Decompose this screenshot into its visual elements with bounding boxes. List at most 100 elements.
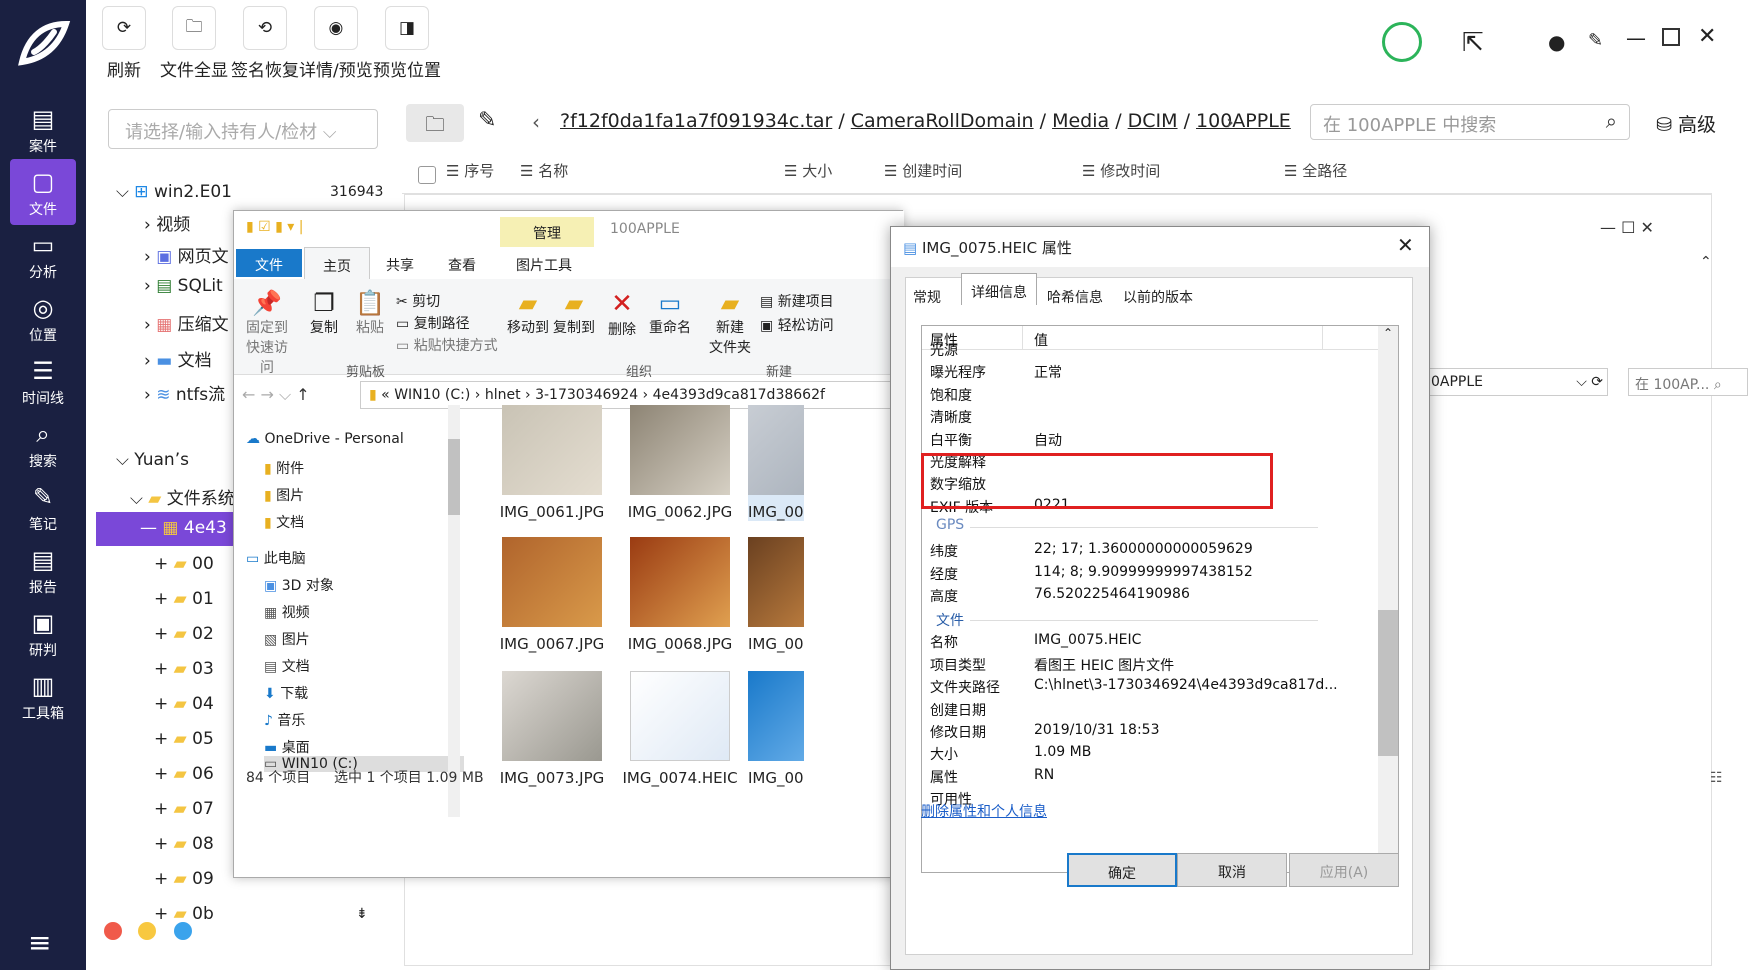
- file-thumbnail[interactable]: IMG_0074: [748, 671, 804, 787]
- tree-folder[interactable]: + ▰ 03: [154, 659, 214, 679]
- maximize-icon[interactable]: [1662, 28, 1680, 46]
- property-list[interactable]: 属性 值 光源 曝光程序 正常 饱和度 清晰度 白平衡 自动 光度解释 数字缩放 EXIF 版本 0…: [921, 325, 1399, 873]
- tree-folder[interactable]: + ▰ 01: [154, 589, 214, 609]
- ok-button[interactable]: 确定: [1067, 853, 1177, 887]
- breadcrumb-item[interactable]: CameraRollDomain: [851, 110, 1034, 132]
- advanced-search-button[interactable]: ⛁ 高级: [1656, 110, 1716, 137]
- move-to-button[interactable]: ▰ 移动到: [506, 289, 550, 337]
- tree-folder[interactable]: + ▰ 0b: [154, 904, 214, 924]
- col-value[interactable]: 值: [1034, 330, 1048, 350]
- collapse-icon[interactable]: ⇟: [356, 906, 368, 922]
- copy-path-button[interactable]: ▭ 复制路径: [396, 313, 470, 333]
- tree-item-sqlite[interactable]: › ▤ SQLit: [144, 276, 223, 296]
- close-icon[interactable]: ✕: [1397, 233, 1414, 257]
- explorer-sidebar-item[interactable]: ▤ 文档: [264, 656, 310, 676]
- folder-view-button[interactable]: 🗀: [406, 104, 464, 142]
- sidebar-scrollbar[interactable]: [448, 405, 460, 817]
- tree-folder[interactable]: + ▰ 05: [154, 729, 214, 749]
- explorer-address-tail[interactable]: 0APPLE ⌵ ⟳: [1426, 368, 1608, 396]
- tree-item-video[interactable]: › 视频: [144, 210, 190, 235]
- remove-properties-link[interactable]: 删除属性和个人信息: [921, 801, 1047, 821]
- shield-status-icon[interactable]: [1382, 22, 1422, 62]
- file-thumbnail[interactable]: IMG_0074.HEIC: [620, 671, 740, 787]
- explorer-sidebar-item[interactable]: ⬇ 下载: [264, 683, 308, 703]
- explorer-sidebar-item[interactable]: ▣ 3D 对象: [264, 575, 334, 595]
- explorer-sidebar-item[interactable]: ▬ 桌面: [264, 737, 310, 757]
- copy-button[interactable]: ❐ 复制: [306, 289, 342, 337]
- delete-button[interactable]: ✕ 删除: [606, 289, 638, 339]
- tree-folder[interactable]: + ▰ 04: [154, 694, 214, 714]
- tree-folder[interactable]: + ▰ 00: [154, 554, 214, 574]
- yellow-dot-icon[interactable]: [138, 922, 156, 940]
- rename-button[interactable]: ▭ 重命名: [646, 289, 694, 337]
- owner-select[interactable]: 请选择/输入持有人/检材 ⌵: [108, 109, 378, 149]
- signature-restore-button[interactable]: ⟲ 签名恢复: [231, 6, 299, 81]
- column-header[interactable]: ☰ 全路径: [1284, 160, 1347, 181]
- file-thumbnail[interactable]: IMG_006: [748, 405, 804, 521]
- tree-folder[interactable]: + ▰ 09: [154, 869, 214, 889]
- copy-to-button[interactable]: ▰ 复制到: [552, 289, 596, 337]
- tree-item-filesystem[interactable]: ⌵ ▰ 文件系统: [130, 484, 235, 509]
- refresh-button[interactable]: ⟳ 刷新: [102, 6, 146, 81]
- forward-chevron-icon[interactable]: ›: [1226, 110, 1234, 134]
- collapse-chevron-icon[interactable]: ⌃: [1700, 254, 1712, 270]
- new-folder-button[interactable]: ▰ 新建 文件夹: [708, 289, 752, 357]
- tree-item-win2[interactable]: ⌵ ⊞ win2.E01: [116, 182, 232, 202]
- file-thumbnail[interactable]: IMG_006: [748, 537, 804, 653]
- nav-item-notes[interactable]: ✎ 笔记: [0, 474, 86, 540]
- tab-home[interactable]: 主页: [304, 247, 370, 279]
- new-item-button[interactable]: ▤ 新建项目: [760, 291, 834, 311]
- nav-item-report[interactable]: ▤ 报告: [0, 537, 86, 603]
- user-icon[interactable]: ●: [1548, 30, 1565, 54]
- explorer-sidebar-item[interactable]: ▧ 图片: [264, 629, 310, 649]
- file-thumbnail[interactable]: IMG_0067.JPG: [492, 537, 612, 653]
- explorer-sidebar-item[interactable]: ☁ OneDrive - Personal: [246, 431, 404, 447]
- explorer-sidebar-item[interactable]: ▮ 图片: [264, 485, 304, 505]
- edit-path-icon[interactable]: ✎: [478, 108, 496, 133]
- tree-item-compress[interactable]: › ▦ 压缩文: [144, 310, 229, 335]
- nav-item-judge[interactable]: ▣ 研判: [0, 600, 86, 666]
- breadcrumb-item[interactable]: ?f12f0da1fa1a7f091934c.tar: [560, 110, 832, 132]
- explorer-sidebar-item[interactable]: ▦ 视频: [264, 602, 310, 622]
- tab-general[interactable]: 常规: [905, 277, 949, 317]
- explorer-sidebar-item[interactable]: ♪ 音乐: [264, 710, 305, 730]
- explorer-sidebar-item[interactable]: ▮ 文档: [264, 512, 304, 532]
- tab-details[interactable]: 详细信息: [961, 273, 1037, 305]
- nav-item-file[interactable]: ▢ 文件: [10, 159, 76, 225]
- tree-folder[interactable]: + ▰ 07: [154, 799, 214, 819]
- nav-item-search[interactable]: ⌕ 搜索: [0, 411, 86, 477]
- show-all-files-button[interactable]: 🗀 文件全显: [160, 6, 228, 81]
- manage-tab[interactable]: 管理: [500, 217, 594, 247]
- pin-icon[interactable]: ✎: [1588, 30, 1603, 51]
- blue-dot-icon[interactable]: [174, 922, 192, 940]
- nav-arrows[interactable]: ← → ⌵ ↑: [242, 385, 310, 405]
- tab-share[interactable]: 共享: [386, 255, 414, 275]
- tab-picture-tools[interactable]: 图片工具: [516, 255, 572, 275]
- preview-position-button[interactable]: ◨ 预览位置: [373, 6, 441, 81]
- column-header[interactable]: ☰ 创建时间: [884, 160, 962, 181]
- paste-button[interactable]: 📋 粘贴: [352, 289, 388, 337]
- tree-item-ntfs[interactable]: › ≋ ntfs流: [144, 380, 225, 405]
- explorer-sidebar-item[interactable]: ▮ 附件: [264, 458, 304, 478]
- column-header[interactable]: ☰ 序号: [446, 160, 494, 181]
- nav-item-location[interactable]: ◎ 位置: [0, 285, 86, 351]
- file-thumbnail[interactable]: IMG_0062.JPG: [620, 405, 740, 521]
- export-icon[interactable]: ⇱: [1462, 28, 1484, 58]
- tree-item-web[interactable]: › ▣ 网页文: [144, 242, 229, 267]
- column-header[interactable]: ☰ 名称: [520, 160, 568, 181]
- back-chevron-icon[interactable]: ‹: [532, 110, 540, 134]
- select-all-checkbox[interactable]: [418, 166, 436, 184]
- paste-shortcut-button[interactable]: ▭ 粘贴快捷方式: [396, 335, 498, 355]
- menu-icon[interactable]: ≡: [28, 926, 51, 959]
- red-dot-icon[interactable]: [104, 922, 122, 940]
- breadcrumb-item[interactable]: Media: [1052, 110, 1109, 132]
- tree-item-yuan[interactable]: ⌵ Yuan’s: [116, 450, 189, 470]
- property-scrollbar[interactable]: ⌃ ⌄: [1378, 326, 1398, 872]
- quick-access-toolbar[interactable]: ▮ ☑ ▮ ▾ |: [246, 219, 304, 235]
- explorer-window-controls[interactable]: — ☐ ✕: [1600, 218, 1654, 237]
- tree-folder[interactable]: + ▰ 06: [154, 764, 214, 784]
- breadcrumb-item[interactable]: DCIM: [1128, 110, 1178, 132]
- easy-access-button[interactable]: ▣ 轻松访问: [760, 315, 834, 335]
- breadcrumb-item[interactable]: 100APPLE: [1196, 110, 1291, 132]
- apply-button[interactable]: 应用(A): [1289, 853, 1399, 887]
